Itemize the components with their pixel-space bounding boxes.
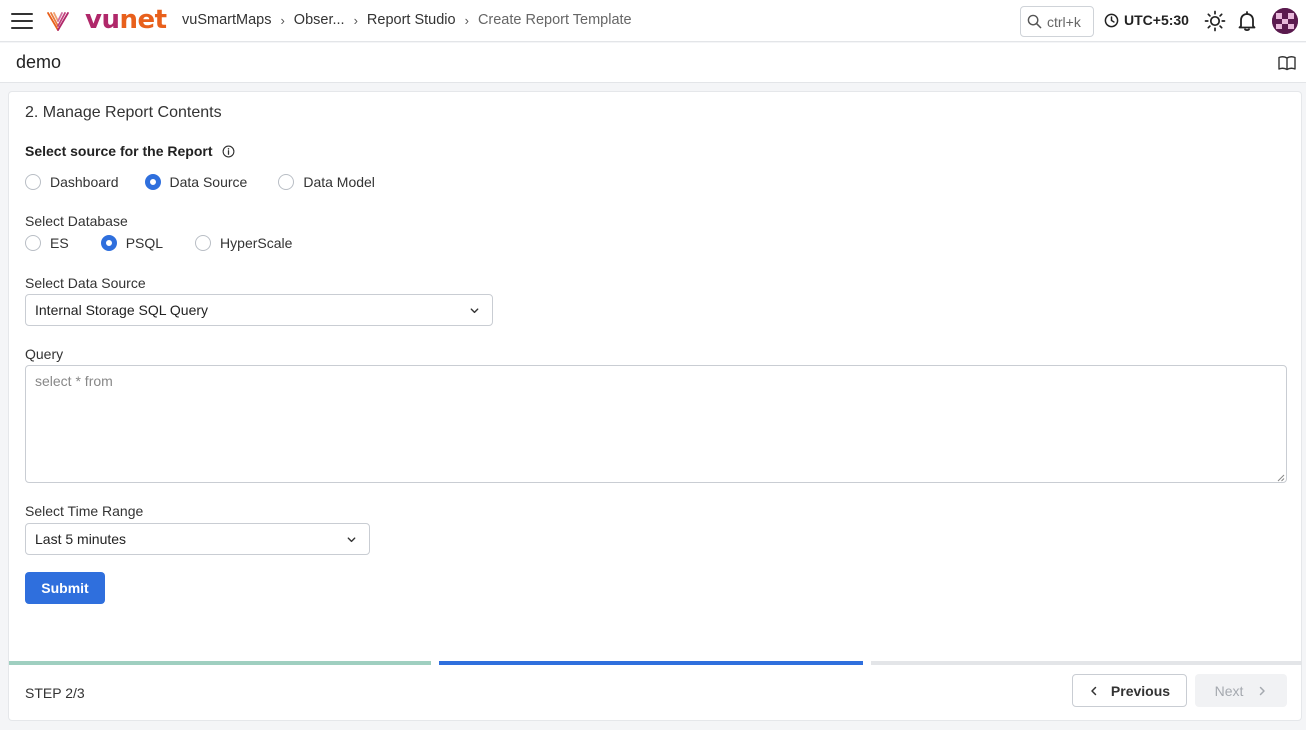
timezone-selector[interactable]: UTC+5:30 bbox=[1104, 12, 1189, 28]
breadcrumb: vuSmartMaps › Obser... › Report Studio ›… bbox=[182, 12, 632, 28]
book-icon[interactable] bbox=[1278, 55, 1296, 71]
submit-button[interactable]: Submit bbox=[25, 572, 105, 604]
next-button[interactable]: Next bbox=[1195, 674, 1287, 707]
radio-dot[interactable] bbox=[25, 174, 41, 190]
global-search-button[interactable]: ctrl+k bbox=[1020, 6, 1094, 37]
chevron-down-icon bbox=[470, 308, 479, 314]
radio-label: Data Model bbox=[303, 174, 375, 190]
breadcrumb-vusmartmaps[interactable]: vuSmartMaps bbox=[182, 12, 271, 28]
breadcrumb-current: Create Report Template bbox=[477, 12, 632, 28]
radio-label: Data Source bbox=[169, 174, 248, 190]
source-label: Select source for the Report bbox=[25, 143, 235, 159]
radio-dot[interactable] bbox=[100, 235, 117, 251]
top-bar: vunet vuSmartMaps › Obser... › Report St… bbox=[0, 0, 1306, 42]
breadcrumb-observability[interactable]: Obser... bbox=[294, 12, 345, 28]
radio-label: PSQL bbox=[125, 235, 164, 251]
chevron-right-icon: › bbox=[280, 12, 285, 28]
search-icon bbox=[1027, 14, 1042, 29]
query-input[interactable] bbox=[25, 365, 1287, 483]
radio-dot[interactable] bbox=[25, 235, 41, 251]
datasource-select[interactable]: Internal Storage SQL Query bbox=[25, 294, 493, 326]
chevron-right-icon bbox=[1260, 686, 1266, 695]
breadcrumb-report-studio[interactable]: Report Studio bbox=[367, 12, 456, 28]
chevron-right-icon: › bbox=[353, 12, 358, 28]
timerange-select[interactable]: Last 5 minutes bbox=[25, 523, 370, 555]
radio-dot[interactable] bbox=[278, 174, 295, 190]
menu-icon[interactable] bbox=[11, 13, 33, 29]
radio-dot[interactable] bbox=[144, 174, 161, 190]
source-label-text: Select source for the Report bbox=[25, 143, 213, 159]
radio-psql[interactable]: PSQL bbox=[100, 235, 164, 251]
search-shortcut-hint: ctrl+k bbox=[1047, 13, 1081, 30]
radio-data-source[interactable]: Data Source bbox=[144, 174, 248, 190]
database-radio-group: ES PSQL HyperScale bbox=[25, 235, 292, 251]
section-title: 2. Manage Report Contents bbox=[25, 104, 222, 121]
step-3-bar bbox=[871, 661, 1302, 665]
page-title: demo bbox=[16, 52, 62, 72]
radio-dot[interactable] bbox=[195, 235, 212, 251]
radio-label: ES bbox=[50, 235, 69, 251]
sun-icon[interactable] bbox=[1204, 10, 1226, 32]
datasource-select-value: Internal Storage SQL Query bbox=[35, 302, 209, 318]
bell-icon[interactable] bbox=[1236, 10, 1258, 32]
query-label: Query bbox=[25, 346, 64, 362]
previous-button-label: Previous bbox=[1110, 682, 1171, 699]
radio-dashboard[interactable]: Dashboard bbox=[25, 174, 119, 190]
clock-icon bbox=[1104, 13, 1119, 27]
avatar[interactable] bbox=[1272, 8, 1298, 34]
info-icon[interactable] bbox=[222, 145, 235, 158]
timerange-label: Select Time Range bbox=[25, 503, 144, 519]
database-label: Select Database bbox=[25, 213, 128, 229]
timerange-select-value: Last 5 minutes bbox=[35, 531, 127, 547]
chevron-left-icon bbox=[1091, 686, 1097, 695]
source-radio-group: Dashboard Data Source Data Model bbox=[25, 174, 375, 190]
datasource-label: Select Data Source bbox=[25, 275, 146, 291]
timezone-label: UTC+5:30 bbox=[1124, 12, 1189, 28]
step-indicator: STEP 2/3 bbox=[25, 685, 85, 701]
report-contents-panel: 2. Manage Report Contents Select source … bbox=[8, 91, 1302, 721]
chevron-down-icon bbox=[347, 537, 356, 543]
next-button-label: Next bbox=[1214, 682, 1244, 699]
vunet-logo-text[interactable]: vunet bbox=[85, 5, 167, 35]
chevron-right-icon: › bbox=[464, 12, 469, 28]
radio-es[interactable]: ES bbox=[25, 235, 69, 251]
radio-label: HyperScale bbox=[220, 235, 293, 251]
radio-label: Dashboard bbox=[50, 174, 119, 190]
step-2-bar bbox=[439, 661, 863, 665]
previous-button[interactable]: Previous bbox=[1072, 674, 1187, 707]
step-1-bar bbox=[9, 661, 431, 665]
vunet-logo-icon[interactable] bbox=[46, 9, 70, 33]
radio-hyperscale[interactable]: HyperScale bbox=[195, 235, 292, 251]
page-header: demo bbox=[0, 43, 1306, 83]
radio-data-model[interactable]: Data Model bbox=[278, 174, 375, 190]
